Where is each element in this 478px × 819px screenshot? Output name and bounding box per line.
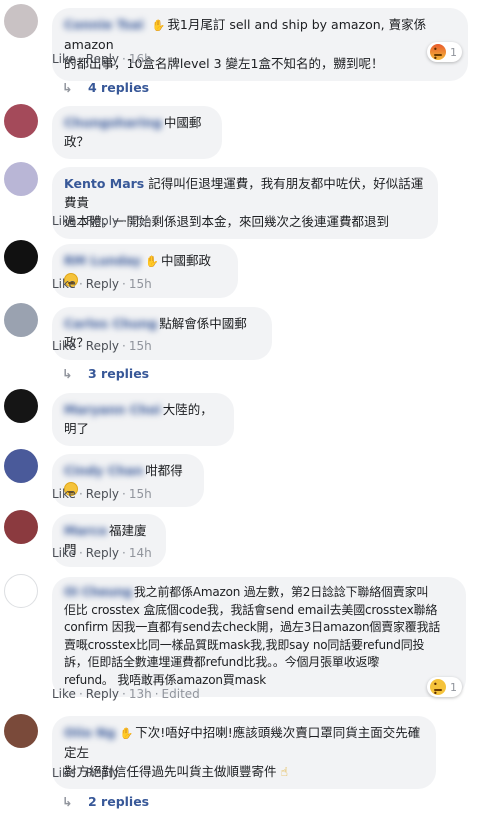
avatar[interactable] xyxy=(4,714,38,748)
wave-icon: ✋ xyxy=(145,255,160,268)
reply-arrow-icon: ↳ xyxy=(62,794,73,809)
comment-actions: Like · Reply · 13h · Edited xyxy=(52,687,200,701)
comment-author[interactable]: Cindy Chan xyxy=(64,461,143,480)
avatar[interactable] xyxy=(4,449,38,483)
timestamp[interactable]: 15h xyxy=(129,339,152,353)
comment-author[interactable]: Oiio Ng xyxy=(64,723,116,742)
reply-link[interactable]: Reply xyxy=(86,766,119,780)
view-replies[interactable]: ↳ 2 replies xyxy=(62,794,149,809)
wave-icon: ✋ xyxy=(151,19,166,32)
like-link[interactable]: Like xyxy=(52,277,76,291)
reply-link[interactable]: Reply xyxy=(86,277,119,291)
like-link[interactable]: Like xyxy=(52,487,76,501)
reply-arrow-icon: ↳ xyxy=(62,80,73,95)
avatar[interactable] xyxy=(4,162,38,196)
comment-actions: Like · Reply · 16h xyxy=(52,52,152,66)
reply-link[interactable]: Reply xyxy=(86,687,119,701)
timestamp[interactable]: 13h xyxy=(129,687,152,701)
avatar[interactable] xyxy=(4,104,38,138)
comment-actions: Like · Reply xyxy=(52,766,119,780)
like-link[interactable]: Like xyxy=(52,687,76,701)
like-link[interactable]: Like xyxy=(52,52,76,66)
comment-text-line: refund。 我唔敢再係amazon買mask xyxy=(64,672,267,687)
comment-bubble: Chungsharing 中國郵政？ xyxy=(52,106,222,159)
comment-author[interactable]: Oi Cheung xyxy=(64,584,132,602)
comment-text-line: 賣嘅crosstex比同一樣品質既mask我,我即say no同話要refund… xyxy=(64,637,425,652)
comment-actions: Like · Reply · 15h xyxy=(52,339,152,353)
reaction-badge[interactable]: 1 xyxy=(427,677,462,698)
timestamp[interactable]: 15h xyxy=(129,487,152,501)
comment-author[interactable]: Marco xyxy=(64,521,107,540)
avatar[interactable] xyxy=(4,4,38,38)
avatar[interactable] xyxy=(4,303,38,337)
comment-bubble: Connie Tsai ✋ 我1月尾訂 sell and ship by amaz… xyxy=(52,8,468,81)
comment-text-line: 佢比 crosstex 盒底個code我，我話會send email去美國cro… xyxy=(64,602,438,617)
avatar[interactable] xyxy=(4,389,38,423)
reply-link[interactable]: Reply xyxy=(86,546,119,560)
reply-link[interactable]: Reply xyxy=(86,487,119,501)
like-link[interactable]: Like xyxy=(52,339,76,353)
comment-author[interactable]: Carlos Chung xyxy=(64,314,157,333)
timestamp[interactable]: 16h xyxy=(129,52,152,66)
like-link[interactable]: Like xyxy=(52,546,76,560)
timestamp[interactable]: 15h xyxy=(129,277,152,291)
sad-reaction-icon xyxy=(430,679,446,698)
comment-bubble: Maryann Choi 大陸的，明了 xyxy=(52,393,234,446)
pointing-up-emoji-icon: ☝ xyxy=(280,764,289,779)
comment-author[interactable]: Connie Tsai xyxy=(64,15,144,34)
comment-bubble: Oi Cheung 我之前都係Amazon 過左數，第2日諗諗下聯絡個賣家叫 佢比… xyxy=(52,577,466,697)
reply-link[interactable]: Reply xyxy=(86,339,119,353)
comment-actions: Like · Reply · 15h xyxy=(52,487,152,501)
reply-link[interactable]: Reply xyxy=(86,52,119,66)
reaction-count: 1 xyxy=(450,680,457,694)
comment-actions: Like · Reply · 14h xyxy=(52,546,152,560)
comment-actions: Like · Reply · 15h xyxy=(52,214,152,228)
avatar[interactable] xyxy=(4,510,38,544)
reaction-count: 1 xyxy=(450,45,457,59)
comment-author[interactable]: Maryann Choi xyxy=(64,400,161,419)
reply-link[interactable]: Reply xyxy=(86,214,119,228)
edited-label[interactable]: Edited xyxy=(162,687,200,701)
reply-arrow-icon: ↳ xyxy=(62,366,73,381)
comment-text: 咁都得 xyxy=(145,463,183,478)
comment-text-line: 我之前都係Amazon 過左數，第2日諗諗下聯絡個賣家叫 xyxy=(133,585,429,599)
timestamp[interactable]: 14h xyxy=(129,546,152,560)
comment-actions: Like · Reply · 15h xyxy=(52,277,152,291)
angry-reaction-icon xyxy=(430,44,446,63)
like-link[interactable]: Like xyxy=(52,766,76,780)
comment-text-line: confirm 因我一直都有send去check開，過左3日amazon個賣家覆… xyxy=(64,620,441,634)
comment-text: 中國郵政 xyxy=(161,253,212,268)
view-replies[interactable]: ↳ 3 replies xyxy=(62,366,149,381)
comment-bubble: Kento Mars 記得叫佢退埋運費，我有朋友都中咗伏，好似話運費貴 過本體，… xyxy=(52,167,438,239)
comment-text: 下次!唔好中招喇!應該頭幾次賣口罩同貨主面交先確定左 xyxy=(64,725,421,760)
comment-author[interactable]: Kento Mars xyxy=(64,176,144,191)
view-replies[interactable]: ↳ 4 replies xyxy=(62,80,149,95)
timestamp[interactable]: 15h xyxy=(129,214,152,228)
wave-icon: ✋ xyxy=(119,727,134,740)
like-link[interactable]: Like xyxy=(52,214,76,228)
comment-text-line: 訴，佢即話全數連埋運費都refund比我。。今個月張單收返嚟 xyxy=(64,655,380,669)
comment-author[interactable]: RM Lunday xyxy=(64,251,141,270)
reaction-badge[interactable]: 1 xyxy=(427,42,462,63)
comment-author[interactable]: Chungsharing xyxy=(64,113,162,132)
avatar[interactable] xyxy=(4,240,38,274)
avatar[interactable] xyxy=(4,574,38,608)
